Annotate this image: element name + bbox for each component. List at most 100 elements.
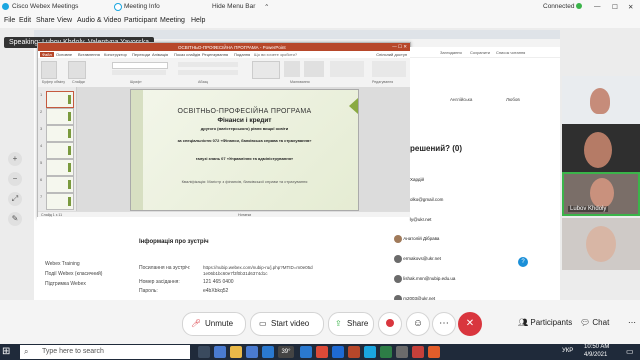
paragraph-buttons[interactable] bbox=[178, 62, 238, 67]
ppt-search-hint[interactable]: Що ви хочете зробити? bbox=[254, 52, 297, 57]
excel-icon[interactable] bbox=[380, 346, 392, 358]
minimize-button[interactable]: — bbox=[594, 3, 601, 10]
user-menu[interactable]: Любов bbox=[506, 97, 520, 102]
ppt-window-controls[interactable]: — ☐ ✕ bbox=[392, 44, 407, 50]
app-icon[interactable] bbox=[396, 346, 408, 358]
annotate-icon[interactable]: ✎ bbox=[8, 212, 22, 226]
meeting-info-icon[interactable] bbox=[114, 3, 122, 11]
edge-icon[interactable] bbox=[214, 346, 226, 358]
slide-thumbnail[interactable]: 4 bbox=[40, 142, 74, 159]
ppt-tab-slideshow[interactable]: Показ слайдів bbox=[174, 52, 200, 57]
menu-view[interactable]: View bbox=[57, 17, 72, 24]
ppt-tab-view[interactable]: Подання bbox=[234, 52, 250, 57]
participant-video-active[interactable]: Lubov Khdoly bbox=[562, 172, 640, 216]
ppt-share-button[interactable]: Спільний доступ bbox=[376, 52, 407, 57]
app-icon[interactable] bbox=[412, 346, 424, 358]
chrome-icon[interactable] bbox=[316, 346, 328, 358]
bookmark[interactable]: Заглядання bbox=[440, 50, 462, 55]
link-webex-support[interactable]: Підтримка Webex bbox=[45, 281, 86, 287]
link-webex-events[interactable]: Події Webex (класичний) bbox=[45, 271, 102, 277]
slide-thumbnail[interactable]: 3 bbox=[40, 125, 74, 142]
record-button[interactable] bbox=[378, 312, 402, 336]
language-indicator[interactable]: УКР bbox=[562, 348, 573, 354]
ppt-tab-file[interactable]: Файл bbox=[40, 52, 54, 57]
alignment-buttons[interactable] bbox=[178, 70, 238, 75]
participant-video[interactable] bbox=[562, 218, 640, 270]
mail-icon[interactable] bbox=[262, 346, 274, 358]
app-icon[interactable] bbox=[428, 346, 440, 358]
menu-help[interactable]: Help bbox=[191, 17, 205, 24]
webex-taskbar-icon[interactable] bbox=[332, 346, 344, 358]
leave-meeting-button[interactable]: ✕ bbox=[458, 312, 482, 336]
notification-icon[interactable]: ▭ bbox=[626, 347, 634, 356]
reactions-button[interactable]: ☺ bbox=[406, 312, 430, 336]
menu-share[interactable]: Share bbox=[36, 17, 55, 24]
font-name-field[interactable] bbox=[112, 62, 168, 69]
participants-button[interactable]: 👥︎ Participants bbox=[518, 318, 572, 327]
ppt-tab-animations[interactable]: Анімація bbox=[152, 52, 168, 57]
weather-widget[interactable]: 39° bbox=[278, 346, 294, 358]
ppt-tab-insert[interactable]: Вставлення bbox=[78, 52, 100, 57]
font-format-buttons[interactable] bbox=[112, 70, 166, 75]
shape-fill-options[interactable] bbox=[330, 61, 364, 77]
editing-options[interactable] bbox=[372, 61, 406, 77]
menu-audio-video[interactable]: Audio & Video bbox=[77, 17, 121, 24]
language-selector[interactable]: Англійська bbox=[450, 97, 472, 102]
slide-subtitle: Фінанси і кредит bbox=[217, 117, 272, 124]
clock-time[interactable]: 10:50 AM bbox=[584, 344, 609, 350]
menu-edit[interactable]: Edit bbox=[19, 17, 31, 24]
arrange-icon[interactable] bbox=[284, 61, 300, 77]
task-view-icon[interactable] bbox=[198, 346, 210, 358]
shapes-gallery[interactable] bbox=[252, 61, 280, 79]
share-button[interactable]: ⇪ Share bbox=[328, 312, 374, 336]
ppt-tab-design[interactable]: Конструктор bbox=[104, 52, 127, 57]
slide-thumbnail[interactable]: 6 bbox=[40, 176, 74, 193]
meeting-link-value[interactable]: https://nubip.webex.com/nubip-ru/j.php?M… bbox=[203, 265, 313, 277]
webex-meetings-icon[interactable] bbox=[364, 346, 376, 358]
participant-face bbox=[590, 178, 614, 208]
menu-meeting[interactable]: Meeting bbox=[160, 17, 185, 24]
slide-thumbnail[interactable]: 1 bbox=[40, 91, 74, 108]
maximize-button[interactable]: ☐ bbox=[612, 3, 618, 11]
chat-button[interactable]: 💬︎ Chat bbox=[580, 318, 609, 327]
quick-styles-icon[interactable] bbox=[304, 61, 324, 77]
participant-face bbox=[590, 88, 610, 114]
zoom-in-icon[interactable]: + bbox=[8, 152, 22, 166]
group-editing-label: Редагування bbox=[372, 80, 394, 84]
unmute-button[interactable]: 🎤︎ Unmute bbox=[182, 312, 246, 336]
slide-thumbnail[interactable]: 5 bbox=[40, 159, 74, 176]
chevron-up-icon[interactable]: ⌃ bbox=[264, 3, 269, 11]
bookmark[interactable]: Список читання bbox=[496, 50, 525, 55]
slide-thumbnail[interactable]: 2 bbox=[40, 108, 74, 125]
bookmark[interactable]: Сохранити bbox=[470, 50, 490, 55]
taskbar-search-box[interactable]: ⌕ Type here to search bbox=[20, 345, 190, 359]
menu-file[interactable]: File bbox=[4, 17, 15, 24]
ppt-tab-transitions[interactable]: Переходи bbox=[132, 52, 150, 57]
paste-icon[interactable] bbox=[41, 61, 57, 79]
file-explorer-icon[interactable] bbox=[230, 346, 242, 358]
windows-start-icon[interactable]: ⊞ bbox=[2, 346, 14, 358]
word-icon[interactable] bbox=[300, 346, 312, 358]
close-button[interactable]: ✕ bbox=[628, 3, 633, 11]
chat-label: Chat bbox=[592, 318, 610, 327]
current-slide[interactable]: ОСВІТНЬО-ПРОФЕСІЙНА ПРОГРАМА Фінанси і к… bbox=[130, 89, 359, 211]
help-icon[interactable]: ? bbox=[518, 257, 528, 267]
participants-icon: 👥︎ bbox=[518, 318, 529, 327]
new-slide-icon[interactable] bbox=[68, 61, 86, 79]
store-icon[interactable] bbox=[246, 346, 258, 358]
hide-menu-bar-button[interactable]: Hide Menu Bar bbox=[212, 3, 255, 10]
more-options-button[interactable]: ⋯ bbox=[432, 312, 456, 336]
slide-thumbnail[interactable]: 7 bbox=[40, 193, 74, 210]
clock-date[interactable]: 4/9/2021 bbox=[584, 352, 607, 358]
slide-line-specialty: за спеціальністю 072 «Фінанси, банківськ… bbox=[177, 138, 312, 143]
ppt-tab-home[interactable]: Основне bbox=[56, 52, 72, 57]
link-webex-training[interactable]: Webex Training bbox=[45, 261, 80, 267]
powerpoint-icon[interactable] bbox=[348, 346, 360, 358]
ppt-tab-review[interactable]: Рецензування bbox=[202, 52, 228, 57]
more-panels-icon[interactable]: ⋯ bbox=[628, 318, 636, 327]
zoom-out-icon[interactable]: − bbox=[8, 172, 22, 186]
meeting-info-link[interactable]: Meeting Info bbox=[124, 3, 160, 10]
menu-participant[interactable]: Participant bbox=[124, 17, 157, 24]
fit-screen-icon[interactable]: ⤢ bbox=[8, 192, 22, 206]
start-video-button[interactable]: ▭ Start video bbox=[250, 312, 324, 336]
